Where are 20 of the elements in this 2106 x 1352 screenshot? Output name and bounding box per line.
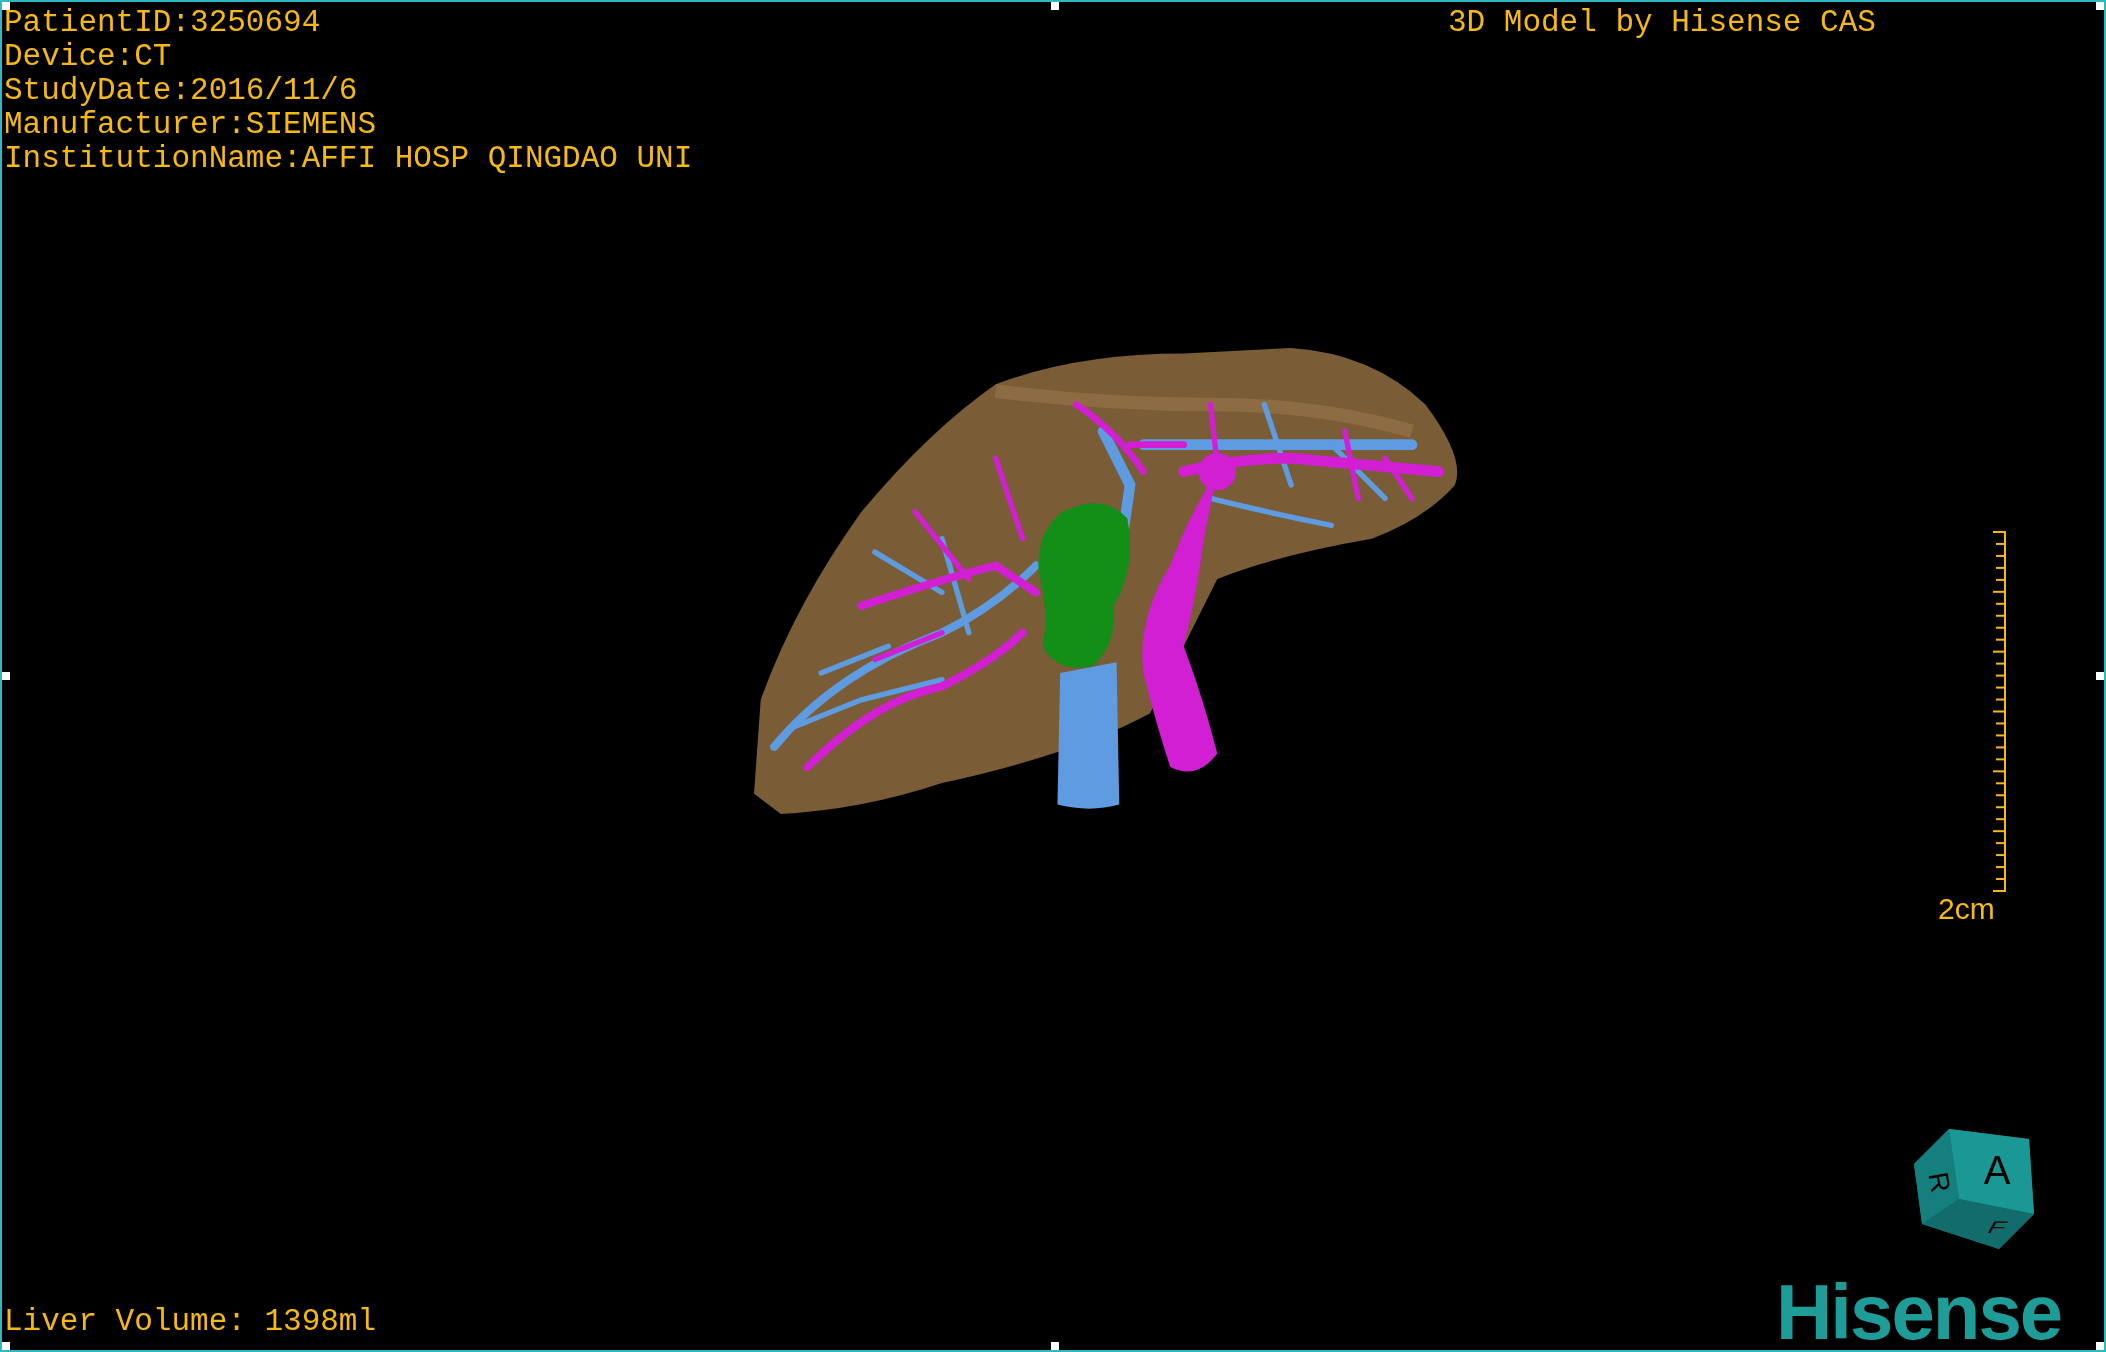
- resize-handle[interactable]: [1051, 2, 1059, 10]
- resize-handle[interactable]: [2, 2, 10, 10]
- cube-face-label: R: [1922, 1169, 1957, 1195]
- info-text: InstitutionName:AFFI HOSP QINGDAO UNI: [4, 142, 693, 176]
- resize-handle[interactable]: [2096, 2, 2104, 10]
- info-text: StudyDate:2016/11/6: [4, 74, 359, 108]
- resize-handle[interactable]: [1051, 1342, 1059, 1350]
- info-text: Manufacturer:SIEMENS: [4, 108, 378, 142]
- volume-text: Liver Volume: 1398ml: [4, 1305, 377, 1339]
- scale-label: 2cm: [1938, 892, 1995, 926]
- credit-text: 3D Model by Hisense CAS: [1448, 6, 1876, 40]
- resize-handle[interactable]: [2096, 1342, 2104, 1350]
- resize-handle[interactable]: [2, 1342, 10, 1350]
- logo-text: Hisense: [1776, 1270, 2062, 1352]
- resize-handle[interactable]: [2096, 672, 2104, 680]
- resize-handle[interactable]: [2, 672, 10, 680]
- info-text: Device:CT: [4, 40, 173, 74]
- cube-face-label: A: [1983, 1148, 2011, 1192]
- info-text: PatientID:3250694: [4, 6, 322, 40]
- cube-face-label: F: [1983, 1217, 2012, 1237]
